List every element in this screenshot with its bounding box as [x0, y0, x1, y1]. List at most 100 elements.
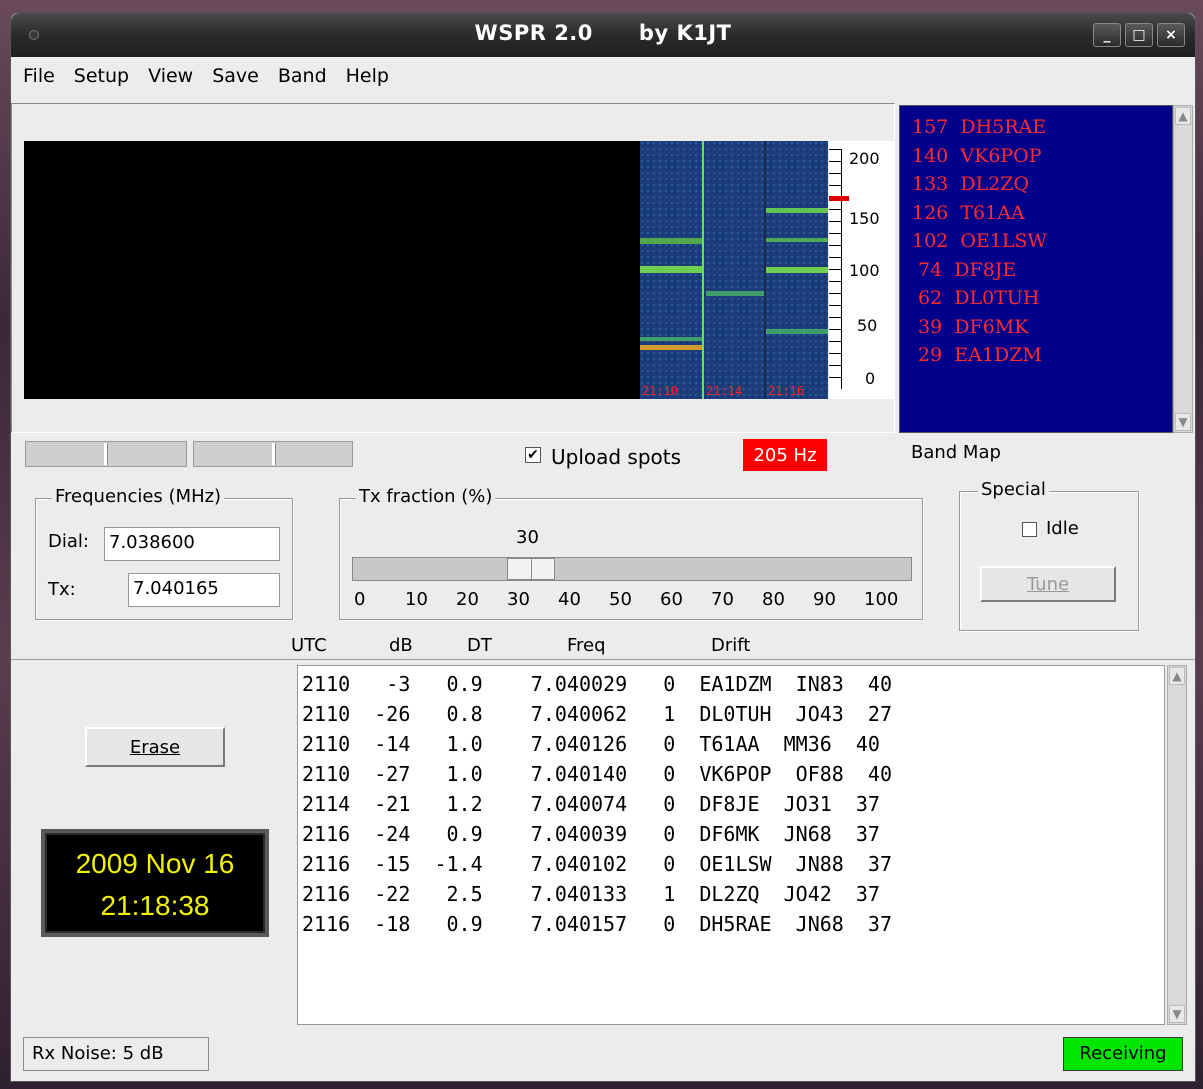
tick-label: 60: [660, 589, 683, 610]
decode-row[interactable]: 2110 -14 1.0 7.040126 0 T61AA MM36 40: [302, 732, 1164, 762]
scroll-down-icon[interactable]: ▼: [1175, 413, 1191, 431]
decode-row[interactable]: 2114 -21 1.2 7.040074 0 DF8JE JO31 37: [302, 792, 1164, 822]
app-title: WSPR 2.0: [474, 21, 593, 45]
clock-date: 2009 Nov 16: [75, 848, 235, 879]
tx-fraction-ticks: 0 10 20 30 40 50 60 70 80 90 100: [354, 589, 922, 610]
tick-label: 40: [558, 589, 581, 610]
wspr-window: WSPR 2.0 by K1JT _ □ × File Setup View Sa…: [10, 12, 1196, 1082]
menu-bar: File Setup View Save Band Help: [11, 57, 1195, 95]
decode-row[interactable]: 2110 -27 1.0 7.040140 0 VK6POP OF88 40: [302, 762, 1164, 792]
decode-row[interactable]: 2116 -22 2.5 7.040133 1 DL2ZQ JO42 37: [302, 882, 1164, 912]
contrast-slider[interactable]: [193, 441, 353, 467]
menu-save[interactable]: Save: [212, 65, 259, 87]
brightness-slider[interactable]: [25, 441, 187, 467]
tick-label: 90: [813, 589, 836, 610]
idle-label[interactable]: Idle: [1046, 518, 1079, 539]
close-button[interactable]: ×: [1157, 23, 1185, 47]
scale-label: 50: [857, 316, 878, 335]
decode-row[interactable]: 2116 -24 0.9 7.040039 0 DF6MK JN68 37: [302, 822, 1164, 852]
scale-label: 0: [865, 369, 876, 388]
band-map-entry: 140 VK6POP: [912, 144, 1042, 167]
band-map-entry: 126 T61AA: [912, 201, 1025, 224]
band-map-entry: 39 DF6MK: [912, 315, 1029, 338]
rx-noise-status: Rx Noise: 5 dB: [23, 1037, 209, 1071]
slider-handle[interactable]: [507, 558, 555, 580]
scale-ticks: [829, 149, 841, 389]
tick-label: 30: [507, 589, 530, 610]
tick-label: 100: [864, 589, 899, 610]
band-map-label: Band Map: [911, 442, 1001, 463]
decode-row[interactable]: 2116 -15 -1.4 7.040102 0 OE1LSW JN88 37: [302, 852, 1164, 882]
tx-label: Tx:: [48, 579, 76, 600]
menu-help[interactable]: Help: [346, 65, 389, 87]
scroll-up-icon[interactable]: ▲: [1175, 107, 1191, 125]
tx-fraction-title: Tx fraction (%): [356, 486, 496, 507]
waterfall-time-label: 21:16: [768, 384, 804, 398]
decode-row[interactable]: 2110 -26 0.8 7.040062 1 DL0TUH JO43 27: [302, 702, 1164, 732]
band-map-entry: 133 DL2ZQ: [912, 173, 1030, 195]
decode-row[interactable]: 2116 -18 0.9 7.040157 0 DH5RAE JN68 37: [302, 912, 1164, 942]
column-header-freq: Freq: [567, 635, 606, 656]
scroll-down-icon[interactable]: ▼: [1169, 1005, 1185, 1023]
frequency-offset: 205 Hz: [743, 439, 827, 471]
frequencies-group: Frequencies (MHz) Dial: 7.038600 Tx: 7.0…: [35, 486, 293, 620]
band-map-entry: 102 OE1LSW: [912, 230, 1048, 252]
tick-label: 20: [456, 589, 479, 610]
tick-label: 70: [711, 589, 734, 610]
tick-label: 50: [609, 589, 632, 610]
band-map-entry: 62 DL0TUH: [912, 287, 1040, 309]
menu-band[interactable]: Band: [278, 65, 327, 87]
window-title: WSPR 2.0 by K1JT: [11, 21, 1195, 45]
title-bar[interactable]: WSPR 2.0 by K1JT _ □ ×: [11, 13, 1195, 57]
column-header-utc: UTC: [291, 635, 327, 656]
waterfall-frame: 21:10 21:14 21:16 200 150 100 50 0: [11, 103, 895, 433]
waterfall-time-label: 21:14: [706, 384, 742, 398]
dial-frequency-input[interactable]: 7.038600: [104, 527, 280, 561]
band-map-entry: 29 EA1DZM: [912, 344, 1042, 366]
receiving-status: Receiving: [1063, 1037, 1183, 1071]
maximize-button[interactable]: □: [1125, 23, 1153, 47]
slider-handle[interactable]: [272, 443, 276, 465]
upload-spots-checkbox[interactable]: ✔: [525, 447, 541, 463]
column-header-drift: Drift: [711, 635, 751, 656]
waterfall-time-label: 21:10: [642, 384, 678, 398]
clock-display: 2009 Nov 16 21:18:38: [41, 829, 269, 937]
decodes-scrollbar[interactable]: ▲ ▼: [1167, 665, 1187, 1025]
special-group: Special Idle Tune: [959, 479, 1139, 631]
tx-frequency-input[interactable]: 7.040165: [128, 573, 280, 607]
scale-label: 100: [849, 261, 880, 280]
scroll-up-icon[interactable]: ▲: [1169, 667, 1185, 685]
tx-fraction-value: 30: [516, 527, 539, 548]
slider-handle[interactable]: [104, 443, 108, 465]
minimize-button[interactable]: _: [1093, 23, 1121, 47]
scale-label: 150: [849, 209, 880, 228]
band-map-scrollbar[interactable]: ▲ ▼: [1173, 105, 1193, 433]
frequencies-title: Frequencies (MHz): [52, 486, 225, 507]
tick-label: 10: [405, 589, 428, 610]
erase-button[interactable]: Erase: [85, 727, 225, 767]
tx-fraction-slider[interactable]: [352, 557, 912, 581]
clock-time: 21:18:38: [100, 890, 210, 921]
menu-setup[interactable]: Setup: [74, 65, 129, 87]
spectrogram: 21:10 21:14 21:16: [640, 141, 828, 399]
menu-file[interactable]: File: [23, 65, 55, 87]
tx-fraction-group: Tx fraction (%) 30 0 10 20 30 40 50 60 7…: [339, 486, 923, 620]
scale-label: 200: [849, 149, 880, 168]
band-map[interactable]: 157 DH5RAE 140 VK6POP 133 DL2ZQ 126 T61A…: [899, 105, 1173, 433]
app-author: by K1JT: [638, 21, 732, 45]
decode-row[interactable]: 2110 -3 0.9 7.040029 0 EA1DZM IN83 40: [302, 672, 1164, 702]
menu-view[interactable]: View: [148, 65, 193, 87]
tune-button[interactable]: Tune: [980, 566, 1116, 602]
erase-label: Erase: [129, 736, 181, 758]
scale-axis: [841, 149, 842, 389]
tick-label: 80: [762, 589, 785, 610]
decodes-list[interactable]: 2110 -3 0.9 7.040029 0 EA1DZM IN83 40 21…: [297, 665, 1165, 1025]
waterfall-display[interactable]: 21:10 21:14 21:16: [24, 141, 828, 399]
tx-frequency-marker: [829, 196, 849, 201]
upload-spots-label[interactable]: Upload spots: [551, 445, 681, 469]
band-map-entry: 74 DF8JE: [912, 258, 1017, 281]
column-header-db: dB: [389, 635, 413, 656]
band-map-entry: 157 DH5RAE: [912, 116, 1047, 138]
dial-label: Dial:: [48, 531, 89, 552]
idle-checkbox[interactable]: [1022, 522, 1037, 537]
